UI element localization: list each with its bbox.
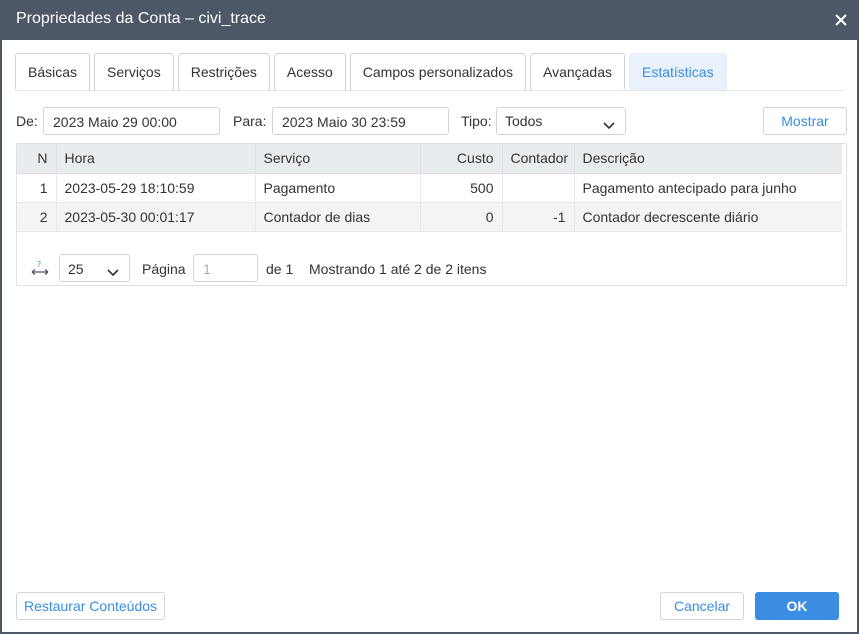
tab-acesso[interactable]: Acesso [273, 53, 346, 91]
tab-restricoes[interactable]: Restrições [177, 53, 270, 91]
page-label: Página [142, 261, 186, 277]
page-number-input[interactable]: 1 [193, 254, 258, 282]
column-header-custo[interactable]: Custo [420, 144, 503, 174]
close-icon[interactable] [831, 10, 851, 30]
column-header-n[interactable]: N [17, 144, 57, 174]
to-date-input[interactable]: 2023 Maio 30 23:59 [272, 107, 449, 135]
from-label: De: [16, 113, 38, 129]
dialog-title: Propriedades da Conta – civi_trace [16, 10, 266, 27]
column-header-servico[interactable]: Serviço [255, 144, 421, 174]
column-header-descricao[interactable]: Descrição [574, 144, 842, 174]
chevron-down-icon [107, 264, 119, 280]
tabs-divider [15, 90, 844, 91]
ok-button[interactable]: OK [755, 592, 839, 620]
cell-n: 2 [17, 202, 57, 232]
cell-hora: 2023-05-29 18:10:59 [56, 173, 256, 203]
page-total-label: de 1 [266, 261, 294, 277]
svg-text:?: ? [37, 260, 41, 269]
restore-contents-button[interactable]: Restaurar Conteúdos [16, 592, 165, 620]
type-select-value: Todos [505, 113, 543, 129]
chevron-down-icon [603, 117, 615, 133]
cell-descricao: Pagamento antecipado para junho [574, 173, 842, 203]
cell-servico: Contador de dias [255, 202, 421, 232]
table-header-row: N Hora Serviço Custo Contador Descrição [17, 144, 842, 174]
table-row[interactable]: 1 2023-05-29 18:10:59 Pagamento 500 Paga… [17, 173, 842, 203]
cell-custo: 0 [420, 202, 503, 232]
statistics-table: N Hora Serviço Custo Contador Descrição … [17, 144, 842, 232]
from-date-input[interactable]: 2023 Maio 29 00:00 [43, 107, 220, 135]
cell-servico: Pagamento [255, 173, 421, 203]
cell-descricao: Contador decrescente diário [574, 202, 842, 232]
to-label: Para: [233, 113, 267, 129]
type-label: Tipo: [461, 113, 492, 129]
account-properties-dialog: Propriedades da Conta – civi_trace Básic… [0, 0, 859, 634]
cell-contador [502, 173, 575, 203]
tab-servicos[interactable]: Serviços [94, 53, 174, 91]
pagination-bar: ? 25 Página 1 de 1 Mostrando 1 até 2 de … [17, 250, 846, 286]
filters-bar: De: 2023 Maio 29 00:00 Para: 2023 Maio 3… [16, 107, 847, 135]
items-info: Mostrando 1 até 2 de 2 itens [309, 261, 487, 277]
statistics-grid: N Hora Serviço Custo Contador Descrição … [16, 143, 847, 286]
tab-estatisticas[interactable]: Estatísticas [629, 53, 727, 91]
cancel-button[interactable]: Cancelar [660, 592, 744, 620]
tab-campos-personalizados[interactable]: Campos personalizados [349, 53, 526, 91]
auto-page-size-icon[interactable]: ? [31, 260, 49, 279]
cell-n: 1 [17, 173, 57, 203]
cell-custo: 500 [420, 173, 503, 203]
tab-bar: Básicas Serviços Restrições Acesso Campo… [15, 53, 731, 91]
column-header-hora[interactable]: Hora [56, 144, 256, 174]
page-size-select[interactable]: 25 [59, 254, 130, 282]
table-row[interactable]: 2 2023-05-30 00:01:17 Contador de dias 0… [17, 202, 842, 232]
show-button[interactable]: Mostrar [763, 107, 847, 135]
cell-contador: -1 [502, 202, 575, 232]
page-size-value: 25 [68, 261, 84, 277]
title-bar: Propriedades da Conta – civi_trace [2, 0, 859, 40]
tab-basicas[interactable]: Básicas [15, 53, 91, 91]
type-select[interactable]: Todos [496, 107, 626, 135]
cell-hora: 2023-05-30 00:01:17 [56, 202, 256, 232]
column-header-contador[interactable]: Contador [502, 144, 575, 174]
tab-avancadas[interactable]: Avançadas [529, 53, 625, 91]
